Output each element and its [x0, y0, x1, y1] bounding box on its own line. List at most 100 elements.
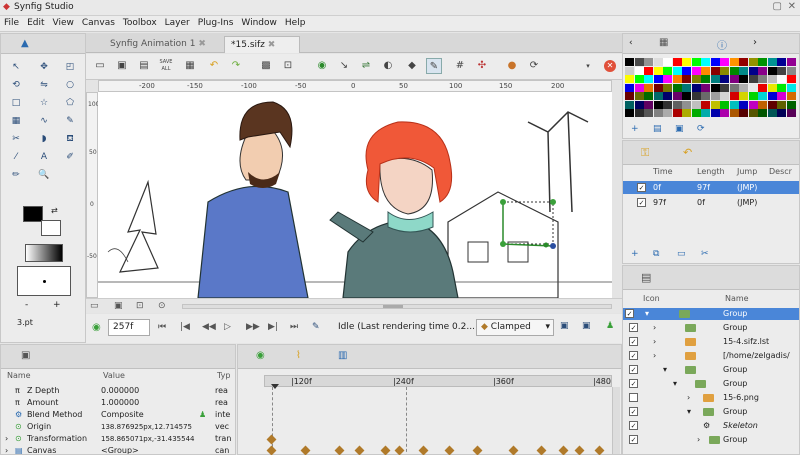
palette-swatch[interactable]: [634, 109, 644, 117]
palette-swatch[interactable]: [786, 58, 796, 66]
tab-15-sifz[interactable]: *15.sifz ✖: [224, 36, 300, 53]
palette-swatch[interactable]: [748, 83, 758, 92]
palette-swatch[interactable]: [625, 83, 634, 92]
palette-swatch[interactable]: [767, 75, 777, 83]
animation-toggle-icon[interactable]: ◉: [92, 322, 101, 333]
palette-swatch[interactable]: [758, 109, 767, 117]
remove-keyframe-icon[interactable]: ✂: [701, 249, 709, 259]
interpolation-select[interactable]: ◆ Clamped ▾: [476, 319, 554, 336]
palette-swatch[interactable]: [777, 109, 786, 117]
palette-swatch[interactable]: [748, 66, 758, 75]
library-tab-icon[interactable]: ↶: [683, 146, 692, 159]
param-row[interactable]: π Amount 1.000000 rea: [1, 397, 235, 409]
palette-swatch[interactable]: [758, 92, 767, 100]
draw-mode-icon[interactable]: ↘: [336, 58, 352, 74]
seek-begin-icon[interactable]: ⏮: [158, 322, 166, 332]
palette-swatch[interactable]: [691, 58, 701, 66]
spline-tool-icon[interactable]: ∿: [37, 114, 51, 128]
palette-swatch[interactable]: [729, 92, 739, 100]
palette-grid[interactable]: [625, 58, 797, 118]
palette-swatch[interactable]: [710, 66, 720, 75]
layer-row[interactable]: ✓ ⚙ Skeleton: [623, 420, 799, 432]
palette-swatch[interactable]: [663, 92, 672, 100]
layer-row[interactable]: ✓ › [/home/zelgadis/: [623, 350, 799, 362]
param-row[interactable]: ⚙ Blend Method Composite ♟ inte: [1, 409, 235, 421]
param-row[interactable]: › ▤ Canvas <Group> can: [1, 445, 235, 454]
menu-help[interactable]: Help: [281, 16, 310, 30]
menu-file[interactable]: File: [0, 16, 23, 30]
canvas-viewport[interactable]: [98, 92, 612, 298]
time-ruler[interactable]: |120f |240f |360f |480: [264, 375, 612, 389]
gradient-swatch[interactable]: [25, 244, 63, 262]
draw-tool-icon[interactable]: ✎: [63, 114, 77, 128]
palette-swatch[interactable]: [634, 58, 644, 66]
palette-swatch[interactable]: [758, 66, 767, 75]
palette-swatch[interactable]: [644, 109, 653, 117]
palette-swatch[interactable]: [701, 58, 710, 66]
layer-row[interactable]: ✓ ▾ Group: [623, 364, 799, 376]
palette-swatch[interactable]: [729, 100, 739, 109]
palette-swatch[interactable]: [672, 109, 682, 117]
palette-swatch[interactable]: [663, 83, 672, 92]
save-icon[interactable]: ▣: [114, 58, 130, 74]
star-tool-icon[interactable]: ☆: [37, 96, 51, 110]
preview-icon[interactable]: ⊡: [280, 58, 296, 74]
add-color-icon[interactable]: +: [631, 124, 639, 134]
palette-swatch[interactable]: [644, 75, 653, 83]
brush-decrease-icon[interactable]: -: [25, 300, 28, 310]
layers-tab-icon[interactable]: ▤: [641, 271, 651, 284]
fill-color-swatch[interactable]: [41, 220, 61, 236]
brush-increase-icon[interactable]: +: [53, 300, 61, 310]
layer-row[interactable]: › 15-6.png: [623, 392, 799, 404]
keyframe-lock-prev-icon[interactable]: ▣: [560, 321, 569, 331]
undo-icon[interactable]: ↶: [206, 58, 222, 74]
palette-swatch[interactable]: [653, 66, 663, 75]
palette-swatch[interactable]: [777, 100, 786, 109]
palette-swatch[interactable]: [739, 92, 748, 100]
palette-swatch[interactable]: [786, 92, 796, 100]
palette-swatch[interactable]: [729, 83, 739, 92]
palette-swatch[interactable]: [691, 83, 701, 92]
palette-swatch[interactable]: [682, 100, 691, 109]
param-row[interactable]: › ⊙ Transformation 158.865071px,-31.435544 t…: [1, 433, 235, 445]
onion-skin-icon[interactable]: ⇌: [358, 58, 374, 74]
toolbar-menu-chevron-icon[interactable]: ▾: [580, 58, 596, 74]
palette-swatch[interactable]: [720, 100, 729, 109]
palette-swatch[interactable]: [682, 92, 691, 100]
timetrack-tab-icon[interactable]: ◉: [256, 350, 265, 361]
info-tab-icon[interactable]: ⓘ: [717, 37, 727, 52]
swap-colors-icon[interactable]: ⇄: [51, 206, 58, 215]
polygon-tool-icon[interactable]: ⬠: [63, 96, 77, 110]
seek-prev-frame-icon[interactable]: ◀◀: [202, 322, 216, 332]
tab-scroll-right-icon[interactable]: ›: [753, 37, 757, 48]
palette-swatch[interactable]: [767, 83, 777, 92]
sketch-tool-icon[interactable]: ✐: [63, 150, 77, 164]
palette-swatch[interactable]: [710, 92, 720, 100]
close-window-icon[interactable]: ✕: [788, 1, 796, 12]
palette-swatch[interactable]: [777, 92, 786, 100]
palette-swatch[interactable]: [701, 75, 710, 83]
menu-layer[interactable]: Layer: [161, 16, 194, 30]
param-row[interactable]: πZ Depth 0.000000 rea: [1, 385, 235, 397]
seek-next-keyframe-icon[interactable]: ▶|: [268, 322, 278, 332]
palette-swatch[interactable]: [672, 83, 682, 92]
brush-size-preview[interactable]: [17, 266, 71, 296]
palette-swatch[interactable]: [748, 92, 758, 100]
keyframe-row[interactable]: ✓ 97f 0f (JMP): [623, 196, 799, 209]
palette-swatch[interactable]: [644, 83, 653, 92]
palette-swatch[interactable]: [739, 66, 748, 75]
palette-swatch[interactable]: [644, 92, 653, 100]
refresh-icon[interactable]: ⟳: [526, 58, 542, 74]
palette-swatch[interactable]: [720, 75, 729, 83]
save-palette-icon[interactable]: ▣: [675, 124, 684, 134]
menu-toolbox[interactable]: Toolbox: [119, 16, 161, 30]
circle-tool-icon[interactable]: ○: [63, 78, 77, 92]
palette-swatch[interactable]: [644, 58, 653, 66]
new-file-icon[interactable]: ▭: [92, 58, 108, 74]
close-tab-icon[interactable]: ✖: [198, 39, 206, 49]
palette-swatch[interactable]: [786, 83, 796, 92]
palette-swatch[interactable]: [625, 109, 634, 117]
palette-swatch[interactable]: [786, 109, 796, 117]
layer-row[interactable]: ✓ ▾ Group: [623, 378, 799, 390]
palette-swatch[interactable]: [663, 66, 672, 75]
